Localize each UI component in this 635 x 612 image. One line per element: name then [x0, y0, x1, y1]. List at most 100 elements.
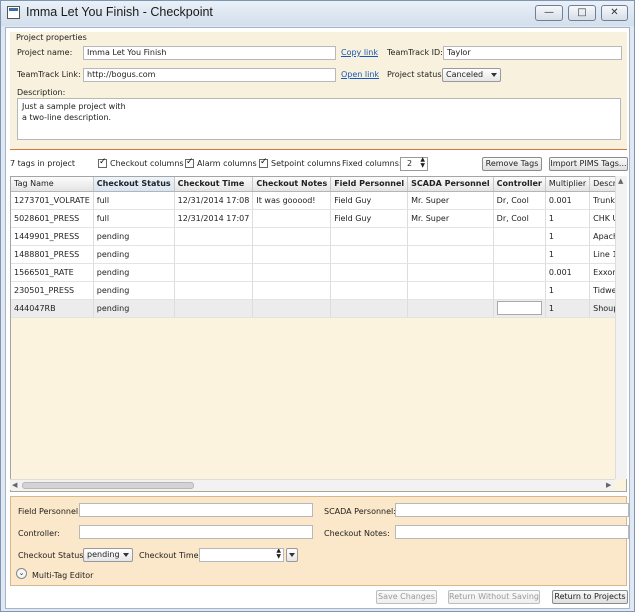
controller-input[interactable] [79, 525, 313, 539]
cell-tag-name[interactable]: 5028601_PRESS [11, 209, 94, 228]
cell-controller[interactable]: Dr, Cool [493, 191, 546, 210]
table-row[interactable]: 444047RB pending 1 Shoup Meter 44404 [11, 299, 626, 318]
minimize-button[interactable]: — [535, 5, 563, 21]
table-vertical-scrollbar[interactable]: ▲ [615, 176, 627, 479]
cell-controller[interactable] [493, 263, 546, 282]
cell-multiplier[interactable]: 1 [545, 299, 591, 318]
cell-controller[interactable] [493, 281, 546, 300]
cell-tag-name[interactable]: 1449901_PRESS [11, 227, 94, 246]
cell-field-personnel[interactable] [330, 281, 409, 300]
description-textarea[interactable]: Just a sample project with a two-line de… [17, 98, 621, 140]
table-horizontal-scrollbar[interactable]: ◀ ▶ [10, 479, 615, 490]
checkout-time-dropdown[interactable] [286, 548, 298, 562]
cell-multiplier[interactable]: 1 [545, 245, 591, 264]
cell-scada-personnel[interactable] [407, 299, 494, 318]
cell-checkout-notes[interactable] [252, 227, 332, 246]
table-row[interactable]: 230501_PRESS pending 1 Tidwell A Com 1 M… [11, 281, 626, 300]
cell-field-personnel[interactable] [330, 227, 409, 246]
cell-field-personnel[interactable]: Field Guy [330, 209, 409, 228]
project-name-input[interactable]: Imma Let You Finish [83, 46, 336, 60]
cell-field-personnel[interactable] [330, 299, 409, 318]
cell-field-personnel[interactable] [330, 263, 409, 282]
cell-field-personnel[interactable]: Field Guy [330, 191, 409, 210]
cell-scada-personnel[interactable] [407, 245, 494, 264]
col-header-scada-personnel[interactable]: SCADA Personnel [407, 177, 494, 192]
cell-controller[interactable]: Dr, Cool [493, 209, 546, 228]
cell-field-personnel[interactable] [330, 245, 409, 264]
table-row[interactable]: 1488801_PRESS pending 1 Line 1009 Check … [11, 245, 626, 264]
cell-checkout-status[interactable]: full [93, 191, 175, 210]
cell-checkout-time[interactable]: 12/31/2014 17:08 [174, 191, 254, 210]
close-button[interactable]: ✕ [601, 5, 628, 21]
scroll-right-icon[interactable]: ▶ [606, 481, 611, 489]
col-header-checkout-status[interactable]: Checkout Status [93, 177, 175, 192]
table-row[interactable]: 5028601_PRESS full 12/31/2014 17:07 Fiel… [11, 209, 626, 228]
cell-checkout-status[interactable]: pending [93, 227, 175, 246]
col-header-field-personnel[interactable]: Field Personnel [330, 177, 409, 192]
col-header-controller[interactable]: Controller [493, 177, 546, 192]
return-to-projects-button[interactable]: Return to Projects [552, 590, 628, 604]
checkout-time-input[interactable]: ▲ ▼ [199, 548, 284, 562]
alarm-columns-checkbox[interactable] [185, 157, 194, 168]
cell-scada-personnel[interactable] [407, 263, 494, 282]
cell-checkout-time[interactable] [174, 281, 254, 300]
checkout-columns-checkbox[interactable] [98, 157, 107, 168]
save-changes-button[interactable]: Save Changes [376, 590, 437, 604]
table-row[interactable]: 1566501_RATE pending 0.001 Exxon Gomez G… [11, 263, 626, 282]
multi-tag-editor-label[interactable]: Multi-Tag Editor [32, 571, 93, 580]
col-header-checkout-notes[interactable]: Checkout Notes [252, 177, 332, 192]
cell-multiplier[interactable]: 0.001 [545, 191, 591, 210]
open-link[interactable]: Open link [341, 70, 379, 79]
cell-tag-name[interactable]: 230501_PRESS [11, 281, 94, 300]
import-pims-tags-button[interactable]: Import PIMS Tags... [549, 157, 628, 171]
cell-scada-personnel[interactable]: Mr. Super [407, 209, 494, 228]
cell-scada-personnel[interactable]: Mr. Super [407, 191, 494, 210]
cell-tag-name[interactable]: 1273701_VOLRATE [11, 191, 94, 210]
cell-checkout-notes[interactable] [252, 209, 332, 228]
cell-tag-name[interactable]: 444047RB [11, 299, 94, 318]
teamtrack-link-input[interactable]: http://bogus.com [83, 68, 336, 82]
cell-checkout-status[interactable]: pending [93, 245, 175, 264]
scada-personnel-input[interactable] [395, 503, 629, 517]
maximize-button[interactable]: □ [568, 5, 596, 21]
cell-checkout-status[interactable]: full [93, 209, 175, 228]
col-header-tag-name[interactable]: Tag Name [11, 177, 94, 192]
cell-checkout-time[interactable] [174, 263, 254, 282]
cell-checkout-notes[interactable] [252, 245, 332, 264]
cell-tag-name[interactable]: 1566501_RATE [11, 263, 94, 282]
checkout-notes-input[interactable] [395, 525, 629, 539]
title-bar[interactable]: Imma Let You Finish - Checkpoint — □ ✕ [1, 1, 634, 26]
cell-controller[interactable] [496, 301, 542, 315]
cell-checkout-time[interactable] [174, 299, 254, 318]
cell-controller-editor[interactable] [493, 299, 546, 318]
expand-chevron-icon[interactable]: ⌄ [16, 568, 27, 579]
cell-controller[interactable] [493, 245, 546, 264]
cell-checkout-notes[interactable] [252, 281, 332, 300]
teamtrack-id-input[interactable]: Taylor [443, 46, 622, 60]
setpoint-columns-checkbox[interactable] [259, 157, 268, 168]
cell-tag-name[interactable]: 1488801_PRESS [11, 245, 94, 264]
cell-controller[interactable] [493, 227, 546, 246]
cell-checkout-time[interactable]: 12/31/2014 17:07 [174, 209, 254, 228]
cell-checkout-time[interactable] [174, 227, 254, 246]
field-personnel-input[interactable] [79, 503, 313, 517]
checkout-status-select[interactable]: pending [83, 548, 133, 562]
horizontal-scroll-thumb[interactable] [22, 482, 194, 489]
remove-tags-button[interactable]: Remove Tags [482, 157, 542, 171]
return-without-saving-button[interactable]: Return Without Saving [448, 590, 540, 604]
cell-checkout-status[interactable]: pending [93, 281, 175, 300]
col-header-multiplier[interactable]: Multiplier [545, 177, 591, 192]
table-row[interactable]: 1449901_PRESS pending 1 Apache Static Pr… [11, 227, 626, 246]
time-spinner-icon[interactable]: ▲ ▼ [276, 549, 281, 560]
cell-checkout-notes[interactable] [252, 263, 332, 282]
cell-scada-personnel[interactable] [407, 227, 494, 246]
cell-multiplier[interactable]: 1 [545, 209, 591, 228]
col-header-checkout-time[interactable]: Checkout Time [174, 177, 254, 192]
fixed-columns-spinner[interactable]: 2 ▲ ▼ [400, 157, 428, 171]
cell-multiplier[interactable]: 1 [545, 281, 591, 300]
cell-multiplier[interactable]: 0.001 [545, 263, 591, 282]
table-row[interactable]: 1273701_VOLRATE full 12/31/2014 17:08 It… [11, 191, 626, 210]
copy-link[interactable]: Copy link [341, 48, 378, 57]
cell-checkout-notes[interactable]: It was gooood! [252, 191, 332, 210]
cell-checkout-status[interactable]: pending [93, 299, 175, 318]
